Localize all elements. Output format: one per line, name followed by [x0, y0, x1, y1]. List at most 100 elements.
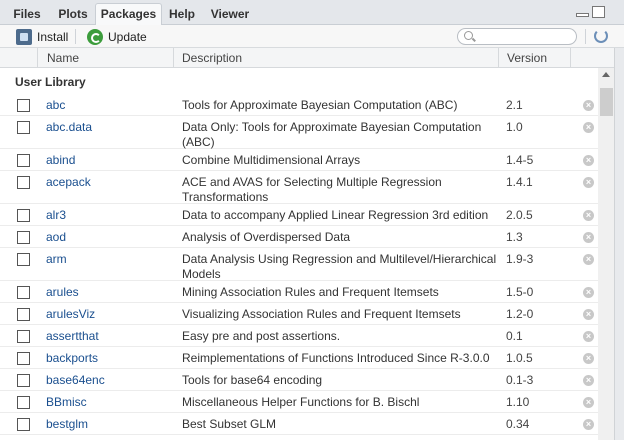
package-description: ACE and AVAS for Selecting Multiple Regr…: [182, 175, 498, 205]
maximize-pane-icon[interactable]: [592, 6, 605, 18]
package-row-9: assertthat Easy pre and post assertions. 0…: [0, 325, 598, 347]
package-description-line: Miscellaneous Helper Functions for B. Bi…: [182, 395, 420, 409]
remove-package-icon[interactable]: ×: [583, 287, 594, 298]
package-version: 0.34: [506, 417, 530, 431]
package-name-link[interactable]: arm: [46, 252, 67, 266]
install-button[interactable]: Install: [16, 27, 68, 46]
minimize-pane-icon[interactable]: [576, 13, 589, 17]
remove-package-icon[interactable]: ×: [583, 232, 594, 243]
package-row-5: aod Analysis of Overdispersed Data 1.3 ×: [0, 226, 598, 248]
package-row-4: alr3 Data to accompany Applied Linear Reg…: [0, 204, 598, 226]
column-header-description[interactable]: Description: [182, 51, 242, 65]
package-name-link[interactable]: arulesViz: [46, 307, 95, 321]
remove-package-icon[interactable]: ×: [583, 309, 594, 320]
column-divider: [570, 48, 571, 67]
package-row-8: arulesViz Visualizing Association Rules a…: [0, 303, 598, 325]
package-description: Tools for base64 encoding: [182, 373, 498, 388]
package-row-13: bestglm Best Subset GLM 0.34 ×: [0, 413, 598, 435]
package-name-link[interactable]: abc.data: [46, 120, 92, 134]
remove-package-icon[interactable]: ×: [583, 177, 594, 188]
package-name-link[interactable]: abc: [46, 98, 65, 112]
package-load-checkbox[interactable]: [17, 209, 30, 222]
package-description: Data Only: Tools for Approximate Bayesia…: [182, 120, 498, 150]
package-row-3: acepack ACE and AVAS for Selecting Multip…: [0, 171, 598, 204]
tab-packages[interactable]: Packages: [95, 3, 162, 26]
package-name-link[interactable]: bestglm: [46, 417, 88, 431]
package-version: 0.1: [506, 329, 523, 343]
remove-package-icon[interactable]: ×: [583, 419, 594, 430]
tab-files[interactable]: Files: [8, 3, 46, 25]
toolbar-divider: [585, 29, 586, 44]
pane-tab-bar: Files Plots Packages Help Viewer: [0, 0, 624, 26]
package-load-checkbox[interactable]: [17, 396, 30, 409]
package-description: Miscellaneous Helper Functions for B. Bi…: [182, 395, 498, 410]
remove-package-icon[interactable]: ×: [583, 331, 594, 342]
remove-package-icon[interactable]: ×: [583, 155, 594, 166]
tab-help[interactable]: Help: [163, 3, 201, 25]
package-load-checkbox[interactable]: [17, 330, 30, 343]
package-description-line: Tools for Approximate Bayesian Computati…: [182, 98, 458, 112]
scrollbar-thumb[interactable]: [600, 88, 613, 116]
package-version: 1.4-5: [506, 153, 534, 167]
package-load-checkbox[interactable]: [17, 176, 30, 189]
package-version: 1.3: [506, 230, 523, 244]
package-name-link[interactable]: alr3: [46, 208, 66, 222]
package-version: 2.1: [506, 98, 523, 112]
remove-package-icon[interactable]: ×: [583, 254, 594, 265]
remove-package-icon[interactable]: ×: [583, 375, 594, 386]
package-name-link[interactable]: base64enc: [46, 373, 105, 387]
package-description-line: Analysis of Overdispersed Data: [182, 230, 351, 244]
remove-package-icon[interactable]: ×: [583, 397, 594, 408]
package-load-checkbox[interactable]: [17, 154, 30, 167]
package-description-line: ACE and AVAS for Selecting Multiple Regr…: [182, 175, 442, 189]
package-name-link[interactable]: arules: [46, 285, 79, 299]
package-name-link[interactable]: acepack: [46, 175, 91, 189]
package-description-line: Reimplementations of Functions Introduce…: [182, 351, 490, 365]
package-description-line: Tools for base64 encoding: [182, 373, 323, 387]
package-description: Tools for Approximate Bayesian Computati…: [182, 98, 498, 113]
package-version: 0.1-3: [506, 373, 534, 387]
refresh-icon[interactable]: [594, 29, 608, 43]
package-version: 2.0.5: [506, 208, 533, 222]
update-button[interactable]: Update: [87, 27, 147, 46]
remove-package-icon[interactable]: ×: [583, 100, 594, 111]
package-version: 1.0.5: [506, 351, 533, 365]
package-name-link[interactable]: backports: [46, 351, 98, 365]
package-row-10: backports Reimplementations of Functions …: [0, 347, 598, 369]
package-row-12: BBmisc Miscellaneous Helper Functions for…: [0, 391, 598, 413]
package-load-checkbox[interactable]: [17, 352, 30, 365]
package-row-0: abc Tools for Approximate Bayesian Comput…: [0, 94, 598, 116]
remove-package-icon[interactable]: ×: [583, 210, 594, 221]
package-row-6: arm Data Analysis Using Regression and Mu…: [0, 248, 598, 281]
package-load-checkbox[interactable]: [17, 374, 30, 387]
package-description: Visualizing Association Rules and Freque…: [182, 307, 498, 322]
package-search-input[interactable]: [457, 28, 577, 45]
column-header-version[interactable]: Version: [507, 51, 547, 65]
package-name-link[interactable]: assertthat: [46, 329, 99, 343]
tab-viewer[interactable]: Viewer: [204, 3, 256, 25]
remove-package-icon[interactable]: ×: [583, 122, 594, 133]
package-load-checkbox[interactable]: [17, 121, 30, 134]
package-description: Combine Multidimensional Arrays: [182, 153, 498, 168]
package-load-checkbox[interactable]: [17, 231, 30, 244]
package-load-checkbox[interactable]: [17, 308, 30, 321]
package-name-link[interactable]: BBmisc: [46, 395, 87, 409]
package-load-checkbox[interactable]: [17, 286, 30, 299]
package-description: Reimplementations of Functions Introduce…: [182, 351, 498, 366]
package-name-link[interactable]: aod: [46, 230, 66, 244]
library-section-header: User Library: [0, 68, 598, 94]
package-load-checkbox[interactable]: [17, 418, 30, 431]
library-section-title: User Library: [15, 75, 86, 89]
package-description-line: Data to accompany Applied Linear Regress…: [182, 208, 489, 222]
package-description-line: (ABC): [182, 135, 215, 149]
package-description: Best Subset GLM: [182, 417, 498, 432]
vertical-scrollbar[interactable]: [598, 68, 615, 440]
package-name-link[interactable]: abind: [46, 153, 75, 167]
scroll-up-arrow-icon[interactable]: [602, 72, 610, 77]
package-description-line: Best Subset GLM: [182, 417, 277, 431]
tab-plots[interactable]: Plots: [52, 3, 94, 25]
remove-package-icon[interactable]: ×: [583, 353, 594, 364]
column-header-name[interactable]: Name: [47, 51, 79, 65]
package-load-checkbox[interactable]: [17, 99, 30, 112]
package-load-checkbox[interactable]: [17, 253, 30, 266]
